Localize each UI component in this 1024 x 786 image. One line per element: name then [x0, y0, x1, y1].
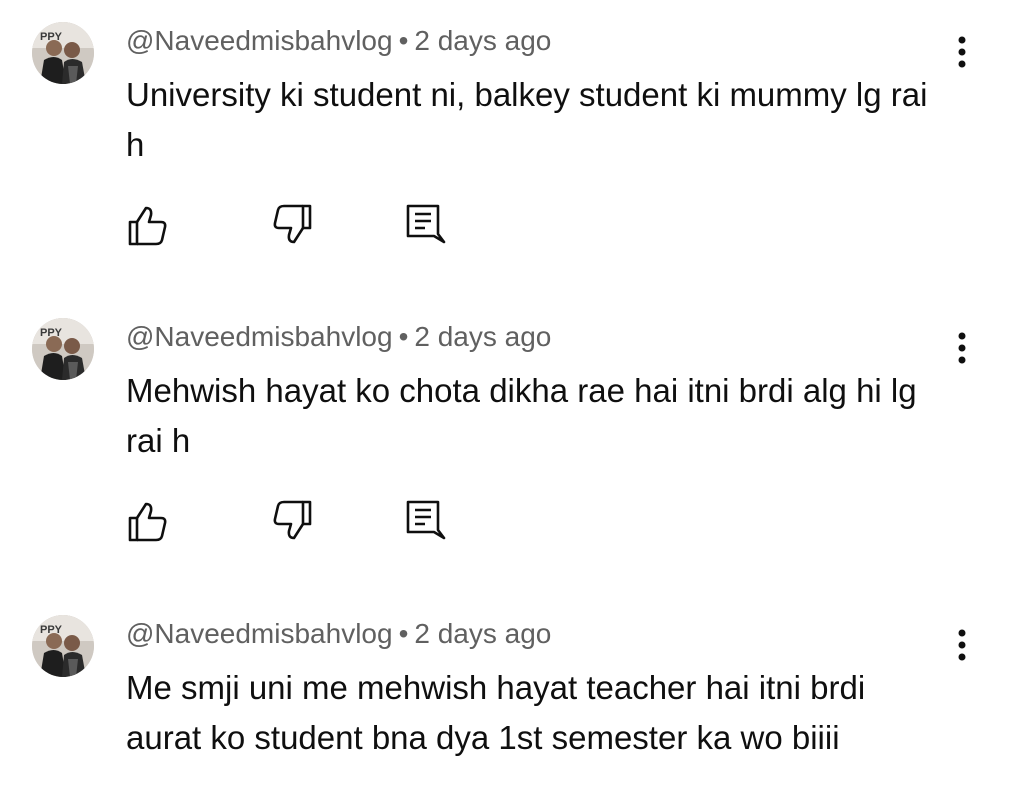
reply-button[interactable]: [400, 200, 450, 250]
comment-text: University ki student ni, balkey student…: [126, 76, 928, 163]
comment-author[interactable]: @Naveedmisbahvlog: [126, 321, 393, 352]
comment-timestamp[interactable]: 2 days ago: [414, 25, 551, 56]
comment-meta: @Naveedmisbahvlog • 2 days ago: [126, 616, 551, 652]
comment-meta: @Naveedmisbahvlog • 2 days ago: [126, 319, 551, 355]
reply-button[interactable]: [400, 496, 450, 546]
thumbs-down-icon: [273, 500, 312, 540]
comment-actions: [0, 496, 1024, 546]
like-button[interactable]: [122, 496, 172, 546]
comment-timestamp[interactable]: 2 days ago: [414, 321, 551, 352]
comment-text: Mehwish hayat ko chota dikha rae hai itn…: [126, 372, 917, 459]
dislike-button[interactable]: [268, 496, 318, 546]
more-vertical-icon[interactable]: [944, 625, 980, 669]
comment-text: Me smji uni me mehwish hayat teacher hai…: [126, 669, 866, 756]
avatar[interactable]: PPY: [32, 615, 94, 677]
meta-separator: •: [398, 25, 409, 56]
comment-author[interactable]: @Naveedmisbahvlog: [126, 618, 393, 649]
comment-actions: [0, 200, 1024, 250]
comment-meta: @Naveedmisbahvlog • 2 days ago: [126, 23, 551, 59]
thumbs-down-icon: [273, 204, 312, 244]
more-vertical-icon[interactable]: [944, 328, 980, 372]
dislike-button[interactable]: [268, 200, 318, 250]
more-vertical-icon[interactable]: [944, 32, 980, 76]
comment-author[interactable]: @Naveedmisbahvlog: [126, 25, 393, 56]
thumbs-up-icon: [128, 502, 167, 542]
like-button[interactable]: [122, 200, 172, 250]
comment-reply-icon: [406, 204, 446, 244]
avatar[interactable]: PPY: [32, 22, 94, 84]
meta-separator: •: [398, 618, 409, 649]
comment-timestamp[interactable]: 2 days ago: [414, 618, 551, 649]
thumbs-up-icon: [128, 206, 167, 246]
meta-separator: •: [398, 321, 409, 352]
comment-reply-icon: [406, 500, 446, 540]
avatar[interactable]: PPY: [32, 318, 94, 380]
